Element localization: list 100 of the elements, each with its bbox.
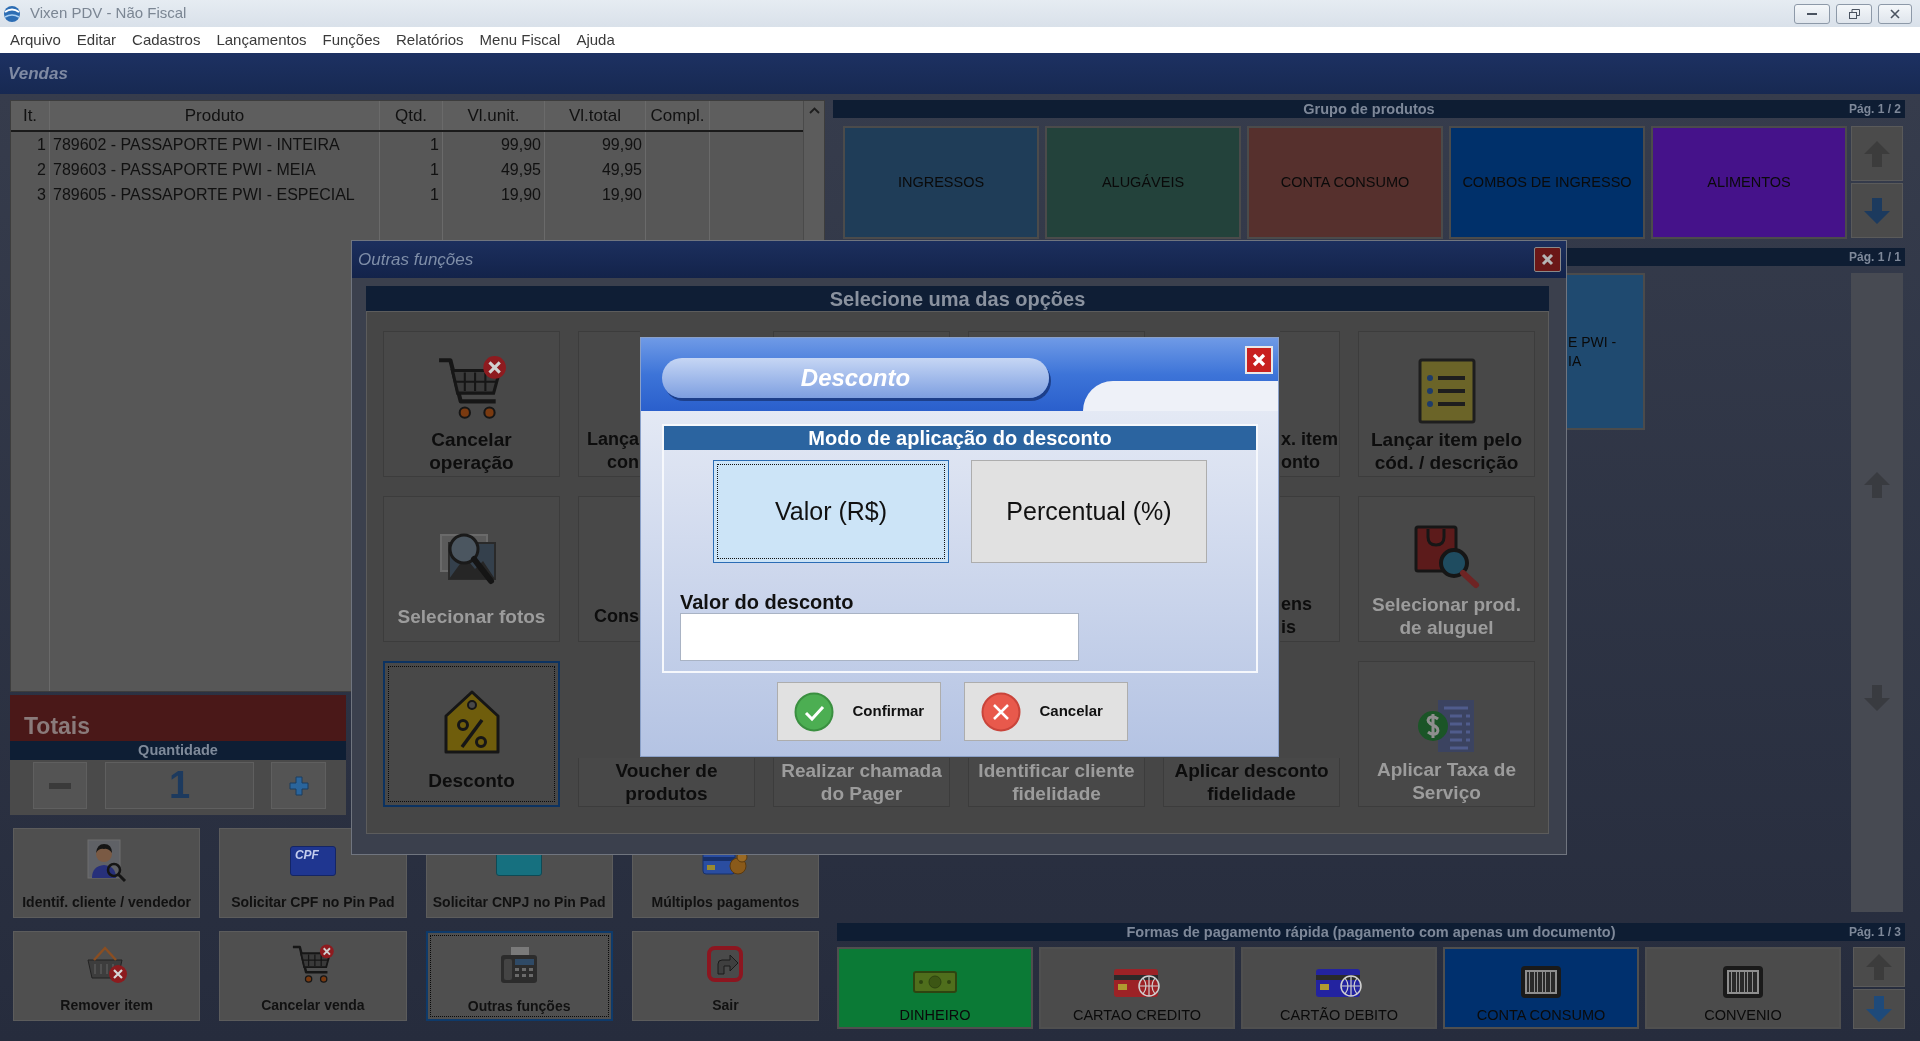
group-button[interactable]: COMBOS DE INGRESSO [1449, 126, 1645, 239]
page-indicator: Pág. 1 / 3 [1848, 924, 1901, 940]
action-button[interactable]: Remover item [13, 931, 201, 1021]
close-icon [1890, 8, 1900, 19]
table-cell: 1 [11, 132, 50, 157]
options-heading: Selecione uma das opções [366, 286, 1549, 311]
table-cell: 99,90 [443, 132, 545, 157]
minimize-button[interactable] [1794, 3, 1830, 24]
decrease-button[interactable] [33, 762, 87, 809]
restore-button[interactable] [1836, 3, 1872, 24]
table-cell: 1 [380, 182, 443, 207]
menu-item[interactable]: Menu Fiscal [471, 28, 569, 52]
window-title: Vixen PDV - Não Fiscal [30, 3, 187, 24]
payment-button[interactable]: CARTÃO DEBITO [1241, 947, 1437, 1029]
table-cell: 2 [11, 157, 50, 182]
page-down-button[interactable] [1853, 989, 1905, 1029]
bag-search-icon [1413, 523, 1480, 589]
menu-item[interactable]: Cadastros [124, 28, 209, 52]
minus-icon [49, 781, 71, 790]
table-cell: 789602 - PASSAPORTE PWI - INTEIRA [50, 132, 380, 157]
mode-panel-header: Modo de aplicação do desconto [664, 426, 1256, 450]
option-tile[interactable]: Lança con [578, 331, 640, 477]
column-header: Vl.unit. [443, 101, 545, 130]
group-button[interactable]: INGRESSOS [843, 126, 1039, 239]
confirm-button[interactable]: Confirmar [776, 682, 941, 741]
table-cell: 3 [11, 182, 50, 207]
menu-item[interactable]: Relatórios [388, 28, 472, 52]
page-indicator: Pág. 1 / 2 [1848, 101, 1901, 117]
field-label: Valor do desconto [680, 591, 854, 613]
menu-item[interactable]: Editar [68, 28, 125, 52]
close-button[interactable] [1878, 3, 1912, 24]
page-up-button[interactable] [1853, 947, 1905, 987]
table-cell: 789603 - PASSAPORTE PWI - MEIA [50, 157, 380, 182]
menu-item[interactable]: Lançamentos [208, 28, 315, 52]
basket-remove-icon [84, 944, 129, 984]
action-button[interactable]: Outras funções [425, 931, 613, 1021]
check-circle-icon [793, 691, 834, 732]
option-tile[interactable]: Voucher de produtos [578, 758, 755, 807]
section-title: Formas de pagamento rápida (pagamento com apenas um documento) [1126, 923, 1616, 941]
x-circle-icon [980, 691, 1021, 732]
totals-title: Totais [24, 712, 91, 740]
menu-item[interactable]: Ajuda [568, 28, 623, 52]
table-cell: 99,90 [545, 132, 646, 157]
close-button[interactable] [1534, 247, 1561, 272]
percent-tag-icon [443, 689, 500, 754]
close-icon [1541, 253, 1554, 266]
page-indicator: Pág. 1 / 1 [1848, 249, 1901, 265]
page-up-button[interactable] [1851, 126, 1903, 181]
option-tile[interactable]: x. item onto [1280, 331, 1340, 477]
cancel-button[interactable]: Cancelar [963, 682, 1128, 741]
page-down-button[interactable] [1851, 183, 1903, 238]
product-button[interactable]: E PWI - IA [1567, 273, 1645, 430]
option-tile[interactable]: Lançar item pelo cód. / descrição [1358, 331, 1535, 477]
exit-icon [707, 946, 744, 982]
barcode-icon [1722, 965, 1764, 999]
table-cell: 1 [380, 157, 443, 182]
menu-item[interactable]: Arquivo [2, 28, 69, 52]
action-button[interactable]: Identif. cliente / vendedor [13, 828, 201, 918]
group-button[interactable]: ALUGÁVEIS [1045, 126, 1241, 239]
group-button[interactable]: CONTA CONSUMO [1247, 126, 1443, 239]
table-cell: 789605 - PASSAPORTE PWI - ESPECIAL [50, 182, 380, 207]
credit-card-icon [1315, 966, 1363, 998]
input-field[interactable] [680, 613, 1079, 661]
table-cell: 49,95 [545, 157, 646, 182]
arrow-down-icon [1865, 995, 1893, 1023]
table-cell: 49,95 [443, 157, 545, 182]
payment-button[interactable]: CONTA CONSUMO [1443, 947, 1639, 1029]
payment-button[interactable]: CARTAO CREDITO [1039, 947, 1235, 1029]
dialog-title: Desconto [662, 358, 1049, 398]
table-cell: 1 [380, 132, 443, 157]
mode-option[interactable]: Valor (R$) [713, 460, 949, 563]
quantity-label: Quantidade [10, 741, 346, 760]
option-tile[interactable]: Cons [578, 496, 640, 642]
close-icon [1252, 353, 1266, 367]
payment-button[interactable]: DINHEIRO [837, 947, 1033, 1029]
menu-item[interactable]: Funções [314, 28, 389, 52]
column-header: It. [11, 101, 50, 130]
action-button[interactable]: Cancelar venda [219, 931, 407, 1021]
payment-button[interactable]: CONVENIO [1645, 947, 1841, 1029]
chevron-up-icon [808, 107, 820, 114]
person-search-icon [86, 839, 127, 883]
action-button[interactable]: CPF Solicitar CPF no Pin Pad [219, 828, 407, 918]
banknote-icon [913, 969, 957, 995]
option-tile[interactable]: Aplicar desconto fidelidade [1163, 758, 1340, 807]
group-button[interactable]: ALIMENTOS [1651, 126, 1847, 239]
restore-icon [1848, 8, 1860, 19]
dialog-title: Outras funções [358, 248, 474, 271]
table-cell: 19,90 [443, 182, 545, 207]
option-tile[interactable]: Desconto [383, 661, 560, 807]
action-button[interactable]: Sair [631, 931, 819, 1021]
icon-label: CPF [294, 848, 319, 862]
column-header: Qtd. [380, 101, 443, 130]
column-header: Vl.total [545, 101, 646, 130]
plus-icon [288, 775, 309, 796]
section-title: Vendas [8, 62, 68, 85]
mode-option[interactable]: Percentual (%) [971, 460, 1207, 563]
globe-icon [3, 4, 21, 23]
option-tile[interactable]: ens is [1280, 496, 1340, 642]
increase-button[interactable] [271, 762, 326, 809]
option-tile[interactable]: Cancelar operação [383, 331, 560, 477]
